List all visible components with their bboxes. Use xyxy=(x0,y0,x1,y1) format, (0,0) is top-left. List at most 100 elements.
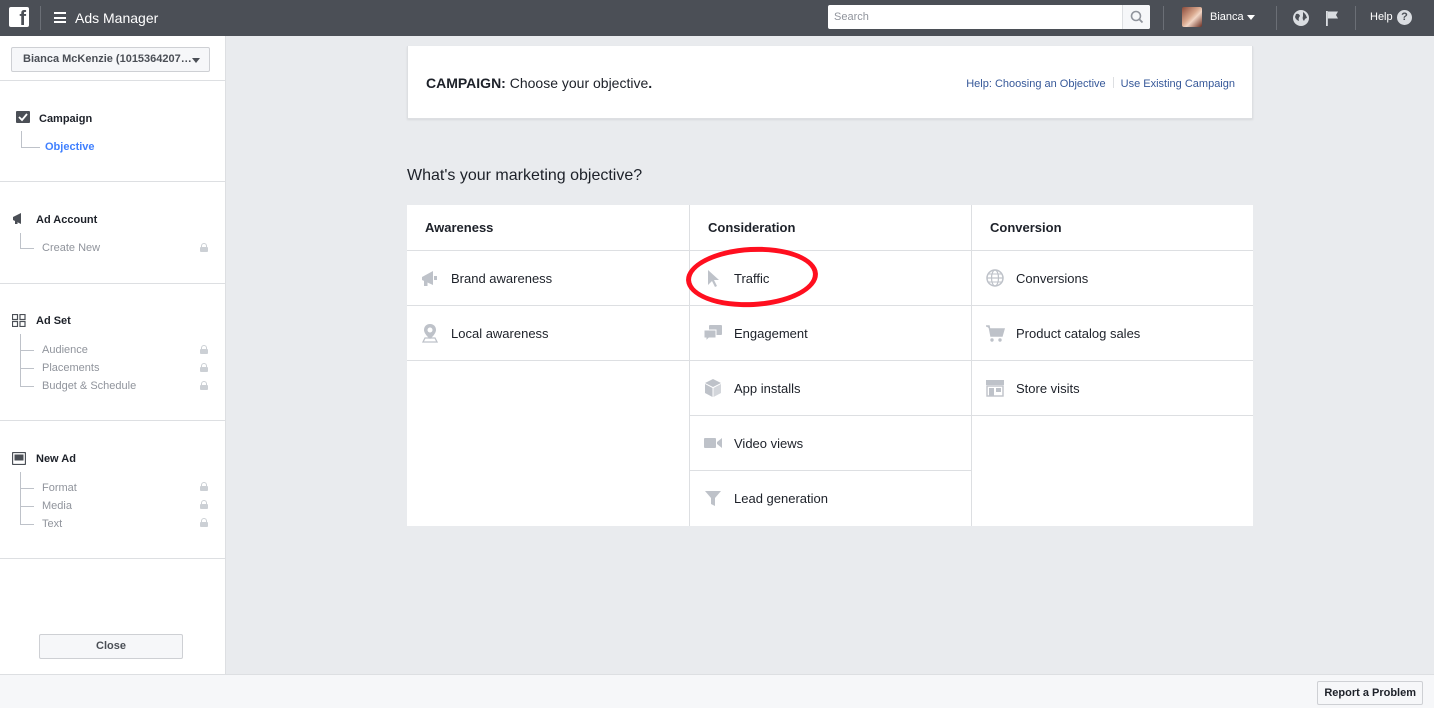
report-problem-button[interactable]: Report a Problem xyxy=(1317,681,1423,705)
sidebar: Bianca McKenzie (1015364207… Campaign Ob… xyxy=(0,36,226,674)
divider xyxy=(1112,77,1114,88)
objective-engagement[interactable]: Engagement xyxy=(690,306,971,361)
objective-label: Conversions xyxy=(1016,271,1089,286)
sidebar-item-create-new[interactable]: Create New xyxy=(42,242,100,254)
awareness-header: Awareness xyxy=(407,205,689,251)
grid-icon xyxy=(12,314,26,327)
tree-line xyxy=(20,368,34,369)
campaign-title-text: Choose your objective xyxy=(509,75,649,91)
cart-icon xyxy=(986,325,1005,342)
tree-line xyxy=(20,350,34,351)
video-camera-icon xyxy=(704,438,722,448)
menu-icon[interactable] xyxy=(54,12,66,23)
sidebar-section-new-ad[interactable]: New Ad xyxy=(36,453,76,465)
objective-label: Product catalog sales xyxy=(1016,326,1141,341)
store-icon xyxy=(986,380,1004,397)
sidebar-item-media[interactable]: Media xyxy=(42,500,72,512)
avatar[interactable] xyxy=(1182,7,1202,27)
objective-label: Store visits xyxy=(1016,381,1080,396)
help-link[interactable]: Help xyxy=(1370,11,1393,23)
campaign-links: Help: Choosing an Objective Use Existing … xyxy=(966,77,1235,90)
search-input[interactable] xyxy=(828,5,1118,29)
account-selector[interactable]: Bianca McKenzie (1015364207… xyxy=(11,47,210,72)
objective-product-catalog-sales[interactable]: Product catalog sales xyxy=(972,306,1253,361)
sidebar-item-audience[interactable]: Audience xyxy=(42,344,88,356)
tree-line xyxy=(20,506,34,507)
lock-icon xyxy=(200,381,208,390)
objective-label: Local awareness xyxy=(451,326,549,341)
objective-brand-awareness[interactable]: Brand awareness xyxy=(407,251,689,306)
divider xyxy=(1163,6,1164,30)
objective-grid: Awareness Brand awareness Local awarenes… xyxy=(407,205,1253,526)
search-icon xyxy=(1130,10,1144,24)
box-icon xyxy=(705,379,721,397)
top-bar: f Ads Manager Bianca Help ? xyxy=(0,0,1434,36)
help-choosing-objective-link[interactable]: Help: Choosing an Objective xyxy=(966,78,1105,90)
flag-icon[interactable] xyxy=(1323,9,1341,27)
objective-conversions[interactable]: Conversions xyxy=(972,251,1253,306)
user-name[interactable]: Bianca xyxy=(1210,11,1244,23)
objective-local-awareness[interactable]: Local awareness xyxy=(407,306,689,361)
divider xyxy=(1276,6,1277,30)
conversion-header: Conversion xyxy=(972,205,1253,251)
objective-label: Brand awareness xyxy=(451,271,553,286)
chevron-down-icon xyxy=(192,58,200,63)
tree-line xyxy=(20,334,21,386)
divider xyxy=(0,558,225,559)
map-pin-icon xyxy=(421,324,439,343)
funnel-icon xyxy=(705,491,721,506)
sidebar-item-budget-schedule[interactable]: Budget & Schedule xyxy=(42,380,136,392)
objective-label: Lead generation xyxy=(734,491,828,506)
globe-icon[interactable] xyxy=(1292,9,1310,27)
chevron-down-icon[interactable] xyxy=(1247,15,1255,20)
divider xyxy=(0,80,225,81)
globe-icon xyxy=(986,269,1004,287)
tree-line xyxy=(20,248,34,249)
objective-label: Engagement xyxy=(734,326,808,341)
sidebar-section-ad-set[interactable]: Ad Set xyxy=(36,315,71,327)
sidebar-item-text[interactable]: Text xyxy=(42,518,62,530)
lock-icon xyxy=(200,243,208,252)
help-icon[interactable]: ? xyxy=(1397,10,1412,25)
objective-store-visits[interactable]: Store visits xyxy=(972,361,1253,416)
sidebar-item-placements[interactable]: Placements xyxy=(42,362,99,374)
tree-line xyxy=(21,131,22,147)
close-button[interactable]: Close xyxy=(39,634,183,659)
speech-bubbles-icon xyxy=(703,325,722,343)
divider xyxy=(0,283,225,284)
tree-line xyxy=(20,386,34,387)
ad-preview-icon xyxy=(12,452,26,465)
footer: Report a Problem xyxy=(0,674,1434,708)
objective-video-views[interactable]: Video views xyxy=(690,416,971,471)
divider xyxy=(0,181,225,182)
facebook-logo-icon[interactable]: f xyxy=(9,7,29,27)
tree-line xyxy=(20,488,34,489)
awareness-column: Awareness Brand awareness Local awarenes… xyxy=(407,205,689,526)
app-title[interactable]: Ads Manager xyxy=(75,10,158,26)
lock-icon xyxy=(200,363,208,372)
sidebar-item-format[interactable]: Format xyxy=(42,482,77,494)
objective-app-installs[interactable]: App installs xyxy=(690,361,971,416)
sidebar-item-objective[interactable]: Objective xyxy=(45,141,95,153)
tree-line xyxy=(20,233,21,248)
objective-lead-generation[interactable]: Lead generation xyxy=(690,471,971,526)
sidebar-section-ad-account[interactable]: Ad Account xyxy=(36,214,97,226)
conversion-column: Conversion Conversions Product catalog s… xyxy=(972,205,1253,526)
objective-label: App installs xyxy=(734,381,801,396)
divider xyxy=(40,6,41,30)
megaphone-icon xyxy=(422,271,437,286)
campaign-label: CAMPAIGN: xyxy=(426,75,506,91)
lock-icon xyxy=(200,482,208,491)
tree-line xyxy=(20,524,34,525)
tree-line xyxy=(20,472,21,524)
search-button[interactable] xyxy=(1122,5,1150,29)
lock-icon xyxy=(200,518,208,527)
campaign-title-period: . xyxy=(648,75,653,91)
tree-line xyxy=(21,147,40,148)
checkbox-icon xyxy=(16,111,30,123)
divider xyxy=(0,420,225,421)
page-title: CAMPAIGN: Choose your objective. xyxy=(426,75,652,91)
objective-label: Video views xyxy=(734,436,804,451)
use-existing-campaign-link[interactable]: Use Existing Campaign xyxy=(1121,78,1235,90)
sidebar-section-campaign[interactable]: Campaign xyxy=(39,113,92,125)
